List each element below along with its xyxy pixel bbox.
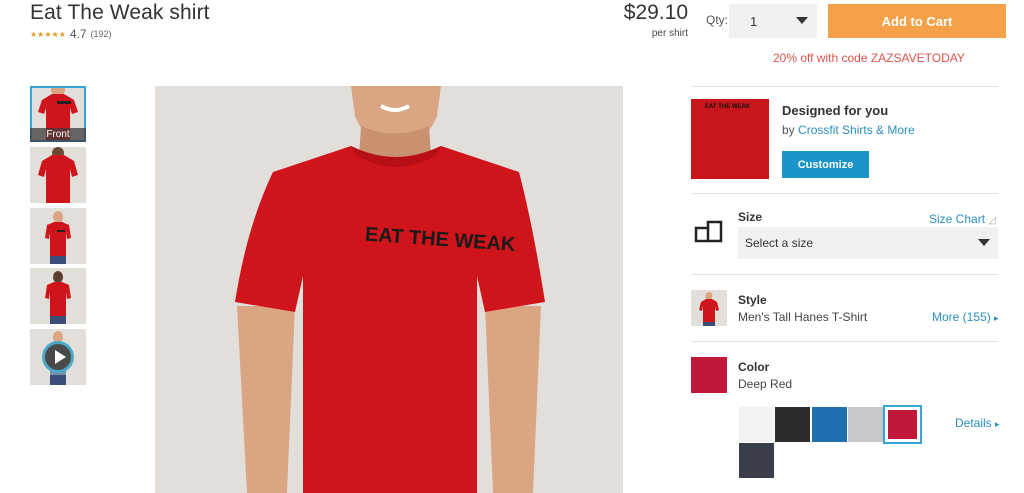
color-swatch-navy[interactable] [739,443,774,478]
style-label: Style [738,293,767,307]
play-icon[interactable] [42,341,74,373]
design-by: by Crossfit Shirts & More [782,123,915,137]
color-swatch-black[interactable] [775,407,810,442]
ruler-icon: ◿ [988,215,997,226]
design-by-prefix: by [782,123,795,137]
price: $29.10 [623,1,688,24]
swatch-fill [888,410,917,439]
model-wearing-shirt-image: EAT THE WEAK [155,86,623,493]
style-thumbnail[interactable] [691,290,727,326]
promo-text: 20% off with code ZAZSAVETODAY [773,51,965,65]
color-swatch-royal-blue[interactable] [812,407,847,442]
color-swatch-white[interactable] [739,407,774,442]
style-value: Men's Tall Hanes T-Shirt [738,310,868,324]
selected-color-swatch [691,357,727,393]
details-label: Details [955,416,992,430]
divider [691,274,998,275]
shirt-back-image [30,147,86,203]
thumbnail-model-back[interactable] [30,268,86,324]
product-main-image: EAT THE WEAK [155,86,623,493]
style-more-label: More (155) [932,310,991,324]
design-thumbnail[interactable]: EAT THE WEAK [691,99,769,179]
details-link[interactable]: Details ▸ [955,416,1000,430]
divider [691,193,998,194]
style-more-link[interactable]: More (155) ▸ [932,310,999,324]
style-shirt-image [691,290,727,326]
divider [691,86,998,87]
add-to-cart-button[interactable]: Add to Cart [828,4,1006,38]
price-unit: per shirt [651,28,688,39]
review-count[interactable]: (192) [91,29,112,39]
thumbnail-back[interactable] [30,147,86,203]
design-title: Designed for you [782,103,889,118]
size-icon [694,220,723,243]
chevron-right-icon: ▸ [995,419,1000,429]
color-value: Deep Red [738,377,793,391]
quantity-value: 1 [750,13,758,29]
thumbnail-front[interactable]: Front [30,86,86,142]
customize-button[interactable]: Customize [782,151,869,178]
qty-label: Qty: [706,13,729,27]
thumbnail-model-front[interactable] [30,208,86,264]
divider [691,341,998,342]
chevron-down-icon [978,239,990,246]
color-swatch-heather-gray[interactable] [848,407,883,442]
size-placeholder: Select a size [745,236,814,250]
model-back-image [30,268,86,324]
rating[interactable]: ★★★★★ 4.7 (192) [30,27,112,41]
size-chart-label: Size Chart [929,212,986,226]
size-select[interactable]: Select a size [738,227,998,259]
star-rating-icon: ★★★★★ [30,29,66,39]
thumbnail-video[interactable] [30,329,86,385]
designer-link[interactable]: Crossfit Shirts & More [798,123,915,137]
product-title: Eat The Weak shirt [30,1,210,24]
chevron-right-icon: ▸ [994,313,999,323]
size-chart-link[interactable]: Size Chart ◿ [929,212,996,226]
chevron-down-icon [796,17,808,24]
model-front-image [30,208,86,264]
rating-value: 4.7 [69,27,87,41]
size-label: Size [738,210,763,224]
color-label: Color [738,360,770,374]
quantity-select[interactable]: 1 [729,4,817,38]
color-swatch-deep-red[interactable] [883,405,922,444]
design-print-text: EAT THE WEAK [705,104,751,110]
thumbnail-label: Front [30,128,86,142]
